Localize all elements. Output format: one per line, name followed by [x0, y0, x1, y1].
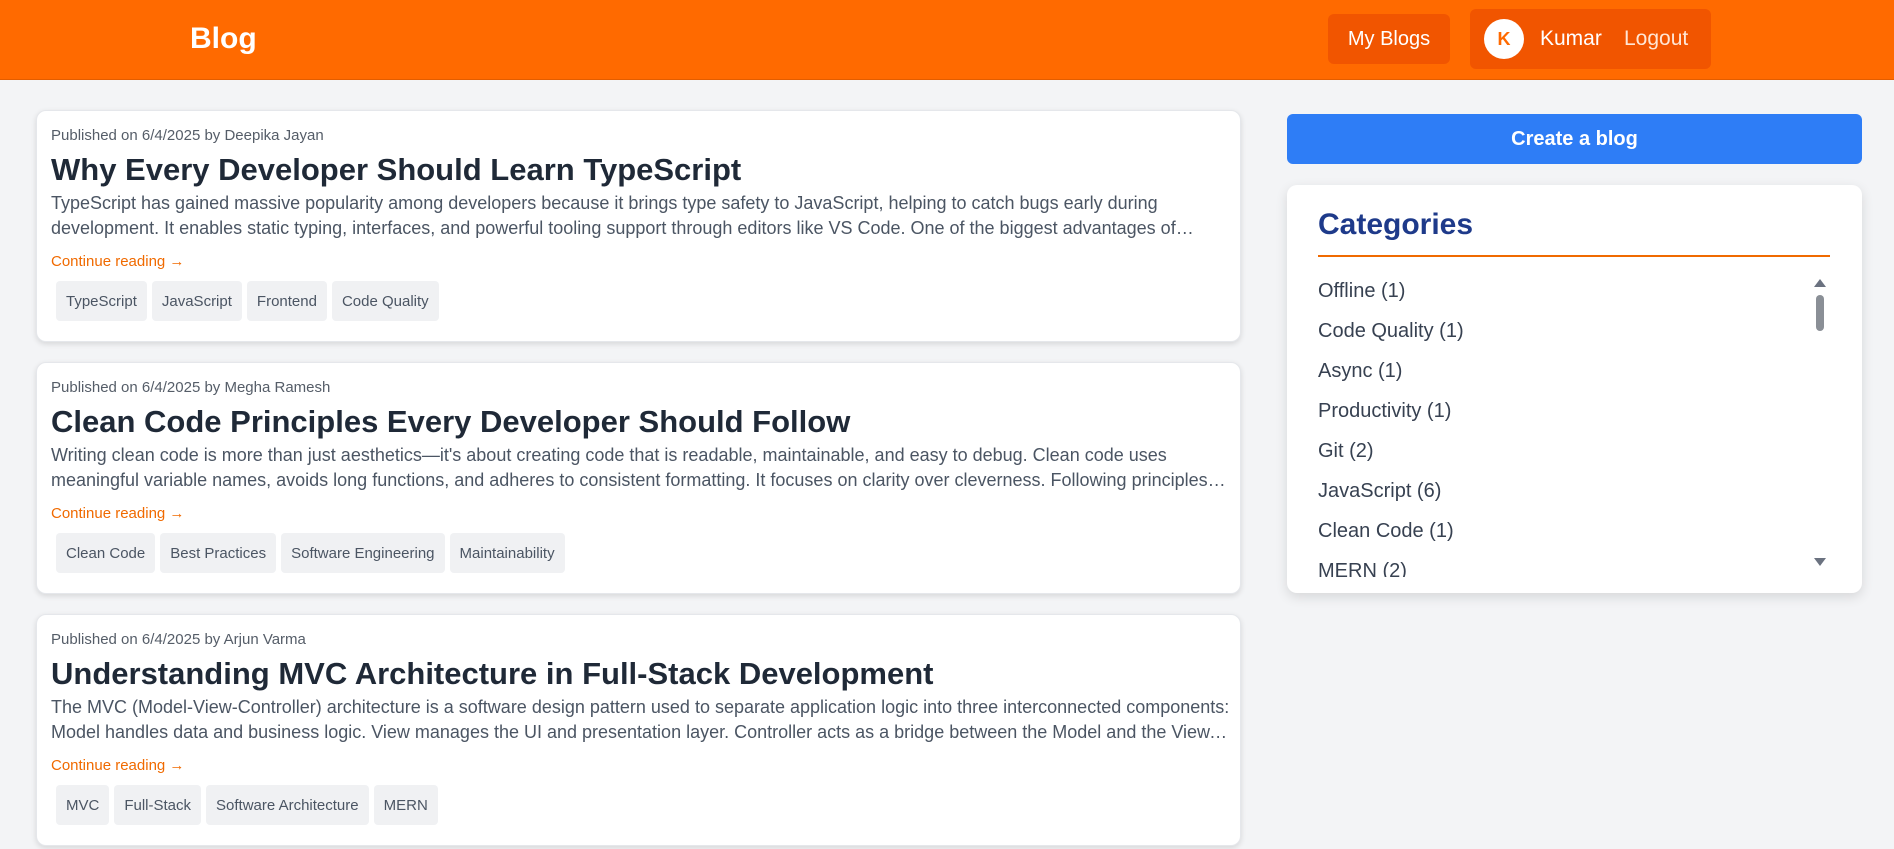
tag[interactable]: TypeScript: [56, 281, 147, 321]
tag-list: MVC Full-Stack Software Architecture MER…: [56, 785, 438, 825]
top-nav-bar: Blog My Blogs K Kumar Logout: [0, 0, 1894, 80]
user-menu: K Kumar Logout: [1470, 9, 1711, 69]
post-title[interactable]: Clean Code Principles Every Developer Sh…: [51, 403, 850, 441]
tag-list: TypeScript JavaScript Frontend Code Qual…: [56, 281, 439, 321]
category-item[interactable]: Async (1): [1318, 351, 1830, 391]
divider: [1318, 255, 1830, 257]
brand-logo[interactable]: Blog: [190, 20, 257, 58]
post-card: Published on 6/4/2025 by Arjun Varma Und…: [36, 614, 1241, 846]
tag[interactable]: Software Engineering: [281, 533, 445, 573]
scroll-down-arrow-icon[interactable]: [1814, 558, 1826, 566]
category-item[interactable]: Productivity (1): [1318, 391, 1830, 431]
avatar: K: [1484, 19, 1524, 59]
my-blogs-button[interactable]: My Blogs: [1328, 14, 1450, 64]
tag[interactable]: Maintainability: [449, 533, 565, 573]
tag[interactable]: MERN: [373, 785, 438, 825]
username: Kumar: [1540, 27, 1602, 50]
category-item[interactable]: Clean Code (1): [1318, 511, 1830, 551]
tag[interactable]: Best Practices: [160, 533, 277, 573]
post-card: Published on 6/4/2025 by Deepika Jayan W…: [36, 110, 1241, 342]
tag[interactable]: Clean Code: [56, 533, 156, 573]
post-card: Published on 6/4/2025 by Megha Ramesh Cl…: [36, 362, 1241, 594]
post-meta: Published on 6/4/2025 by Deepika Jayan: [51, 127, 324, 144]
category-item[interactable]: MERN (2): [1318, 551, 1830, 578]
post-meta: Published on 6/4/2025 by Megha Ramesh: [51, 379, 331, 396]
post-excerpt: The MVC (Model-View-Controller) architec…: [51, 697, 1230, 742]
category-list[interactable]: Offline (1) Code Quality (1) Async (1) P…: [1318, 271, 1830, 578]
scrollbar-thumb[interactable]: [1816, 295, 1824, 331]
create-blog-button[interactable]: Create a blog: [1287, 114, 1862, 164]
post-excerpt: TypeScript has gained massive popularity…: [51, 193, 1194, 238]
post-title[interactable]: Why Every Developer Should Learn TypeScr…: [51, 151, 741, 189]
scroll-up-arrow-icon[interactable]: [1814, 279, 1826, 287]
category-item[interactable]: Code Quality (1): [1318, 311, 1830, 351]
categories-panel: Categories Offline (1) Code Quality (1) …: [1287, 185, 1862, 593]
post-meta: Published on 6/4/2025 by Arjun Varma: [51, 631, 306, 648]
category-item[interactable]: Offline (1): [1318, 271, 1830, 311]
tag[interactable]: JavaScript: [151, 281, 242, 321]
continue-reading-link[interactable]: Continue reading →: [51, 253, 184, 270]
post-title[interactable]: Understanding MVC Architecture in Full-S…: [51, 655, 934, 693]
tag[interactable]: MVC: [56, 785, 110, 825]
tag-list: Clean Code Best Practices Software Engin…: [56, 533, 565, 573]
categories-title: Categories: [1318, 208, 1474, 241]
tag[interactable]: Full-Stack: [114, 785, 202, 825]
post-excerpt: Writing clean code is more than just aes…: [51, 445, 1208, 490]
tag[interactable]: Software Architecture: [206, 785, 369, 825]
category-item[interactable]: JavaScript (6): [1318, 471, 1830, 511]
logout-button[interactable]: Logout: [1624, 26, 1688, 52]
tag[interactable]: Frontend: [246, 281, 327, 321]
continue-reading-link[interactable]: Continue reading →: [51, 505, 184, 522]
continue-reading-link[interactable]: Continue reading →: [51, 757, 184, 774]
tag[interactable]: Code Quality: [331, 281, 439, 321]
category-item[interactable]: Git (2): [1318, 431, 1830, 471]
